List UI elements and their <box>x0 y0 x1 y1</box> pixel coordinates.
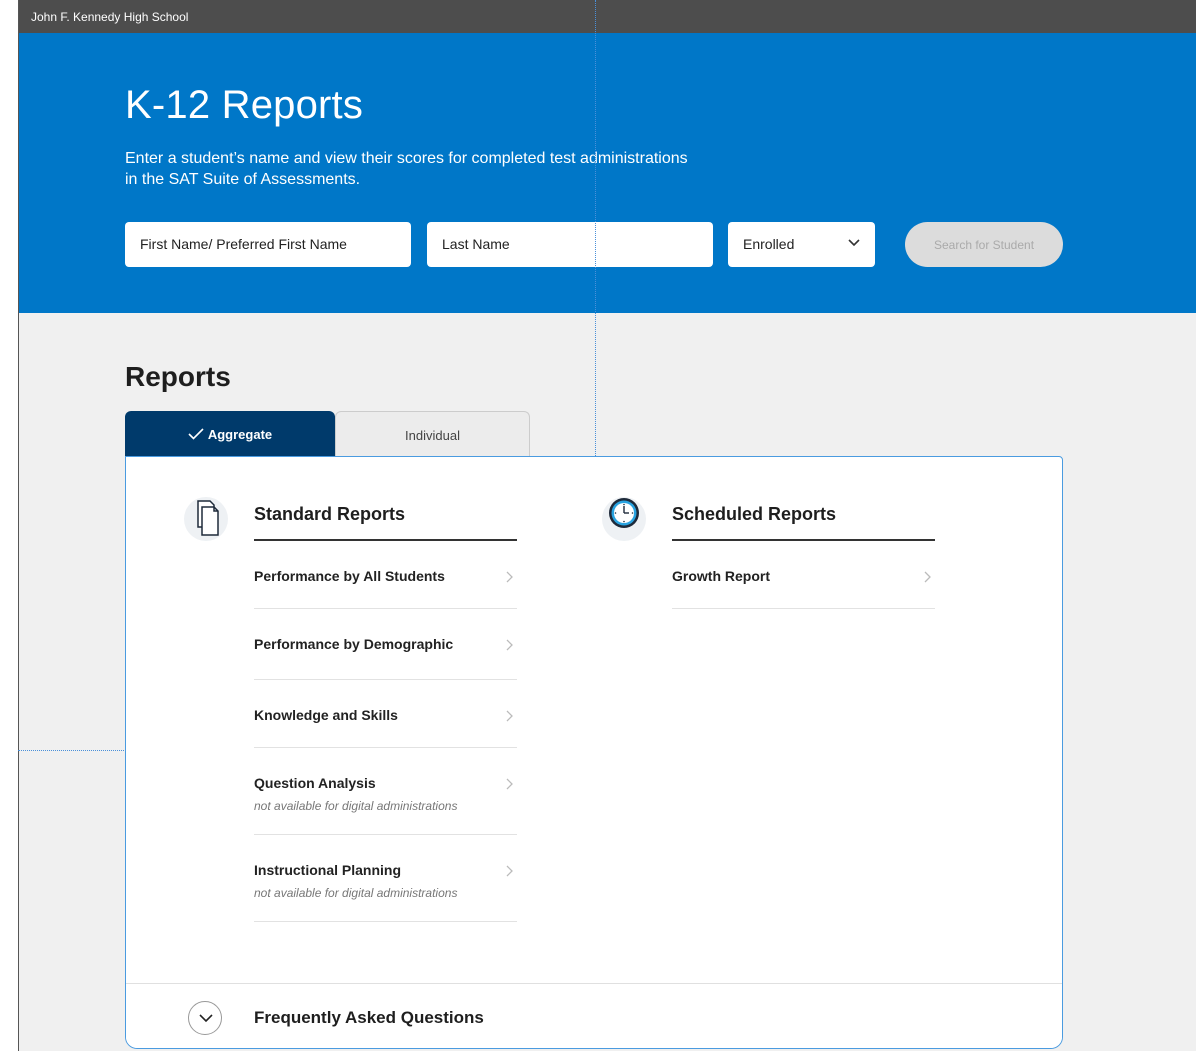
chevron-right-icon <box>506 710 513 722</box>
last-name-placeholder: Last Name <box>442 236 510 252</box>
chevron-down-icon <box>199 1014 213 1023</box>
report-label: Performance by All Students <box>254 568 445 584</box>
report-label: Question Analysis <box>254 775 376 791</box>
report-availability-note: not available for digital administration… <box>254 886 458 900</box>
faq-label: Frequently Asked Questions <box>254 1008 484 1027</box>
chevron-right-icon <box>506 639 513 651</box>
report-label: Knowledge and Skills <box>254 707 398 723</box>
faq-section[interactable]: Frequently Asked Questions <box>126 983 1062 1048</box>
report-knowledge-skills[interactable]: Knowledge and Skills <box>254 680 517 748</box>
hero-description-line-1: Enter a student’s name and view their sc… <box>125 150 688 167</box>
documents-icon <box>184 497 228 541</box>
chevron-right-icon <box>506 778 513 790</box>
first-name-input[interactable]: First Name/ Preferred First Name <box>125 222 411 267</box>
reports-card: Standard Reports Performance by All Stud… <box>125 456 1063 1049</box>
reports-heading: Reports <box>125 361 231 392</box>
tab-aggregate-label: Aggregate <box>207 427 273 442</box>
tab-aggregate[interactable]: Aggregate <box>125 411 335 456</box>
report-instructional-planning[interactable]: Instructional Planning not available for… <box>254 835 517 922</box>
tab-individual[interactable]: Individual <box>335 411 530 456</box>
layout-guide-horizontal <box>18 750 124 751</box>
last-name-input[interactable]: Last Name <box>427 222 713 267</box>
report-availability-note: not available for digital administration… <box>254 799 458 813</box>
report-label: Instructional Planning <box>254 862 402 878</box>
report-question-analysis[interactable]: Question Analysis not available for digi… <box>254 748 517 835</box>
chevron-down-icon <box>848 239 860 247</box>
search-student-button[interactable]: Search for Student <box>905 222 1063 267</box>
standard-reports-title: Standard Reports <box>254 504 406 524</box>
chevron-right-icon <box>506 571 513 583</box>
report-growth[interactable]: Growth Report <box>672 541 935 609</box>
checkmark-icon <box>188 428 204 440</box>
report-performance-demographic[interactable]: Performance by Demographic <box>254 609 517 680</box>
first-name-placeholder: First Name/ Preferred First Name <box>140 236 347 252</box>
app-frame: John F. Kennedy High School K-12 Reports… <box>18 0 1196 1051</box>
tab-individual-label: Individual <box>405 428 460 443</box>
layout-guide-vertical <box>595 0 596 456</box>
hero-description: Enter a student’s name and view their sc… <box>125 148 805 190</box>
report-label: Growth Report <box>672 568 770 584</box>
hero-description-line-2: in the SAT Suite of Assessments. <box>125 171 361 188</box>
report-performance-all-students[interactable]: Performance by All Students <box>254 541 517 609</box>
faq-expand-button[interactable] <box>188 1001 222 1035</box>
chevron-right-icon <box>506 865 513 877</box>
scheduled-reports-title: Scheduled Reports <box>672 504 837 524</box>
school-bar: John F. Kennedy High School <box>19 0 1196 33</box>
enrollment-status-value: Enrolled <box>743 236 795 252</box>
report-label: Performance by Demographic <box>254 636 454 652</box>
chevron-right-icon <box>924 571 931 583</box>
enrollment-status-select[interactable]: Enrolled <box>728 222 875 267</box>
clock-icon <box>602 497 646 541</box>
page-title: K-12 Reports <box>125 83 364 127</box>
search-student-label: Search for Student <box>933 238 1035 252</box>
hero-banner: K-12 Reports Enter a student’s name and … <box>19 33 1196 313</box>
school-name: John F. Kennedy High School <box>31 10 189 24</box>
